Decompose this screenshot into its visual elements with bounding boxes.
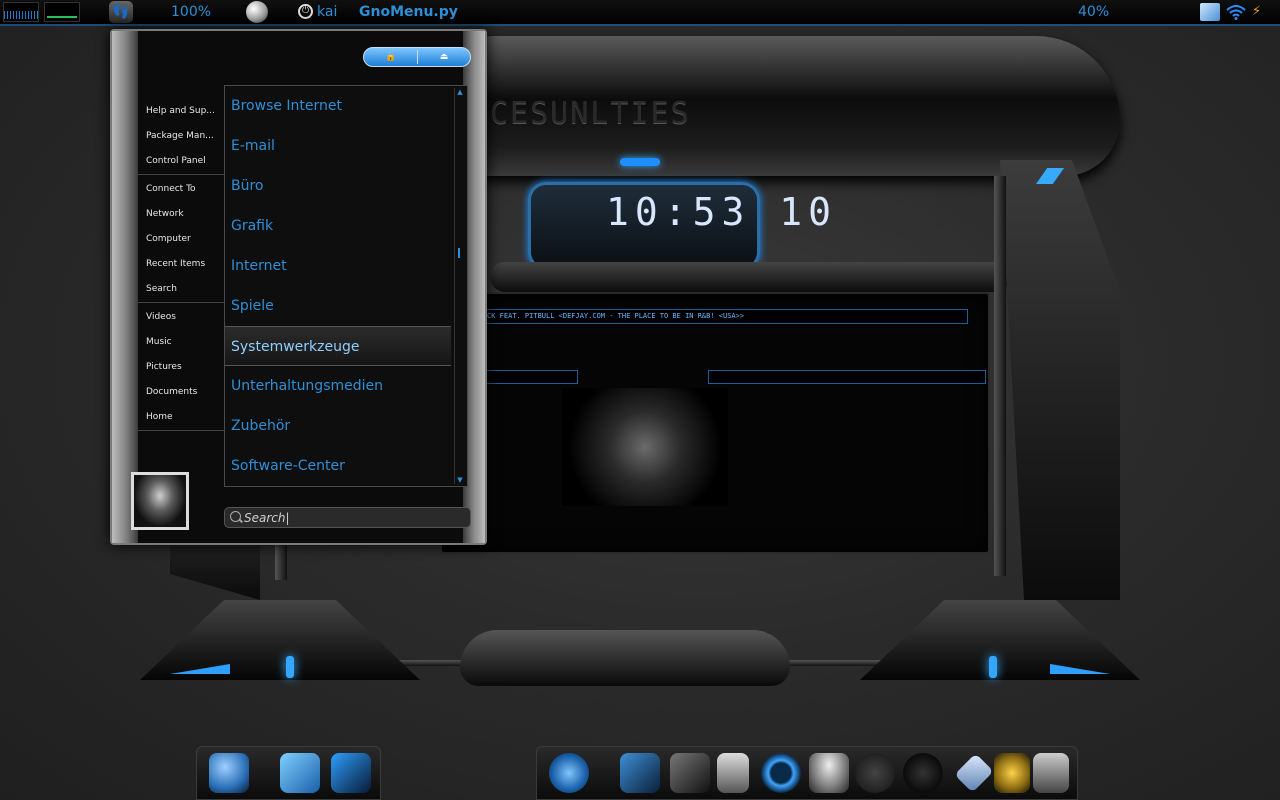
category-list: Browse Internet E-mail Büro Grafik Inter… (224, 85, 468, 487)
clock-icon[interactable] (903, 753, 943, 793)
player-seekbar[interactable] (708, 370, 986, 384)
mail-icon[interactable] (1200, 3, 1220, 21)
wallpaper-foot-left (140, 600, 420, 680)
yin-yang-icon[interactable] (246, 1, 268, 23)
gnome-foot-icon[interactable]: 👣 (109, 1, 133, 23)
gnomenu-window: 🔒 ⏏ Help and Sup... Package Man... Contr… (110, 29, 487, 545)
wifi-icon[interactable] (1226, 3, 1246, 21)
visualizer (562, 388, 728, 506)
places-item-documents[interactable]: Documents (138, 380, 224, 405)
weather-icon[interactable] (809, 753, 849, 793)
gauges-icon[interactable] (855, 753, 895, 793)
places-item-help[interactable]: Help and Sup... (138, 99, 224, 124)
user-name[interactable]: kai (317, 4, 337, 20)
category-browse-internet[interactable]: Browse Internet (225, 86, 451, 126)
category-email[interactable]: E-mail (225, 126, 451, 166)
places-item-computer[interactable]: Computer (138, 227, 224, 252)
app-title: GnoMenu.py (359, 4, 458, 20)
category-games[interactable]: Spiele (225, 286, 451, 326)
category-accessories[interactable]: Zubehör (225, 406, 451, 446)
category-graphics[interactable]: Grafik (225, 206, 451, 246)
battery-icon[interactable]: ⚡ (1252, 3, 1272, 21)
search-box[interactable] (224, 507, 471, 528)
users-icon[interactable] (209, 753, 249, 793)
quicktime-icon[interactable] (761, 753, 801, 793)
desktop: CESUNLTIES 10:53 10 CK FEAT. PITBULL <DE… (0, 0, 1280, 800)
places-item-home[interactable]: Home (138, 405, 224, 430)
category-office[interactable]: Büro (225, 166, 451, 206)
scroll-up-icon[interactable]: ▲ (455, 88, 465, 96)
wallpaper-base (460, 630, 790, 686)
places-item-connect-to[interactable]: Connect To (138, 177, 224, 202)
wallpaper-foot-right (860, 600, 1140, 680)
scroll-down-icon[interactable]: ▼ (455, 476, 465, 484)
places-item-pictures[interactable]: Pictures (138, 355, 224, 380)
wallpaper-pole-left (275, 540, 287, 580)
category-software-center[interactable]: Software-Center (225, 446, 451, 486)
settings-icon[interactable] (1033, 753, 1069, 793)
eject-button[interactable]: ⏏ (419, 50, 469, 64)
dock-right (536, 746, 1078, 800)
lock-button[interactable]: 🔒 (366, 50, 416, 64)
glow-left (286, 656, 294, 678)
firefox-icon[interactable] (549, 753, 589, 793)
media-icon[interactable] (994, 753, 1030, 793)
wallpaper-logo: CESUNLTIES (490, 96, 691, 131)
wallpaper-bar (490, 262, 1010, 292)
places-item-videos[interactable]: Videos (138, 305, 224, 330)
menu-glow (620, 158, 660, 166)
folder-icon[interactable] (331, 753, 371, 793)
wallpaper-wing-right (1000, 160, 1120, 600)
glow-right (989, 656, 997, 678)
user-avatar[interactable] (131, 472, 189, 530)
places-item-control-panel[interactable]: Control Panel (138, 149, 224, 174)
top-panel: 👣 100% ⏻ kai GnoMenu.py 40% ⚡ (0, 0, 1280, 26)
search-input[interactable] (244, 510, 464, 525)
wallpaper-pole-right (994, 176, 1006, 576)
trash-icon[interactable] (717, 753, 749, 793)
category-internet[interactable]: Internet (225, 246, 451, 286)
menu-frame-left (112, 31, 138, 543)
dock-left (196, 746, 381, 800)
brightness-label[interactable]: 100% (171, 4, 211, 20)
radio-ticker: CK FEAT. PITBULL <DEFJAY.COM - THE PLACE… (486, 309, 968, 324)
gem-icon[interactable] (954, 753, 994, 793)
places-item-music[interactable]: Music (138, 330, 224, 355)
monitor-icon[interactable] (620, 753, 660, 793)
places-item-recent-items[interactable]: Recent Items (138, 252, 224, 277)
folder-icon[interactable] (670, 753, 710, 793)
places-item-network[interactable]: Network (138, 202, 224, 227)
search-icon (230, 511, 241, 522)
places-item-search[interactable]: Search (138, 277, 224, 302)
places-list: Help and Sup... Package Man... Control P… (138, 99, 224, 433)
scroll-thumb[interactable] (458, 248, 460, 258)
category-multimedia[interactable]: Unterhaltungsmedien (225, 366, 451, 406)
category-system-tools[interactable]: Systemwerkzeuge (225, 326, 451, 366)
menu-session-buttons: 🔒 ⏏ (363, 47, 471, 67)
places-item-package-manager[interactable]: Package Man... (138, 124, 224, 149)
battery-label[interactable]: 40% (1078, 4, 1109, 20)
cpu-monitor[interactable] (3, 2, 39, 22)
category-scrollbar[interactable]: ▲ ▼ (454, 88, 465, 484)
memory-monitor[interactable] (44, 2, 80, 22)
clock-digits: 10:53 10 (606, 190, 838, 234)
player-controls[interactable] (486, 370, 578, 384)
chat-icon[interactable] (280, 753, 320, 793)
power-icon[interactable]: ⏻ (298, 4, 313, 19)
